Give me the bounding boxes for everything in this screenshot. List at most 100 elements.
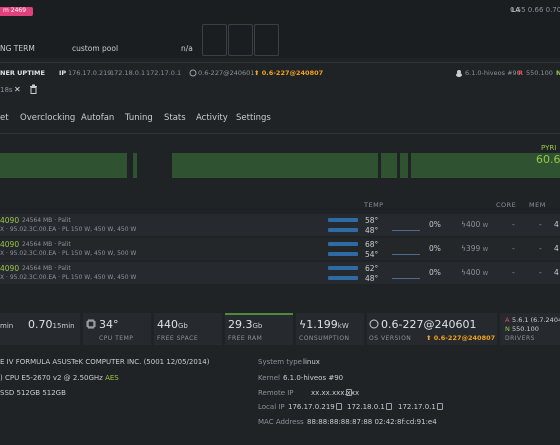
- pool-value: n/a: [181, 44, 193, 53]
- la-15-value: 0.7015min: [28, 318, 75, 331]
- cpu-icon: [86, 319, 96, 329]
- trash-icon[interactable]: [29, 84, 38, 94]
- la-5-unit: min: [0, 322, 14, 330]
- temp-bar: [328, 252, 358, 256]
- gpu-tail: 4: [554, 220, 559, 229]
- gpu-core: -: [512, 220, 515, 229]
- chart-bar: [400, 153, 408, 178]
- copy-icon[interactable]: [336, 403, 342, 410]
- gpu-temp-core: 58°: [365, 216, 379, 225]
- version-update[interactable]: ⬆ 0.6-227@240807: [254, 69, 323, 77]
- util-line: [392, 230, 420, 231]
- tab-et[interactable]: et: [0, 113, 9, 123]
- rig-tag[interactable]: m 2469: [0, 7, 33, 16]
- gpu-memory: 24564 MB · Palit: [22, 241, 71, 248]
- header-box-3[interactable]: [254, 24, 279, 56]
- driver-a-value: 5.6.1 (6.7.2404.: [512, 316, 560, 324]
- copy-icon[interactable]: [437, 403, 443, 410]
- tab-autofan[interactable]: Autofan: [81, 113, 114, 123]
- gpu-util: 0%: [429, 220, 441, 229]
- divider: [0, 62, 560, 63]
- temp-bar: [328, 228, 358, 232]
- la-15-number: 0.70: [28, 318, 53, 331]
- pool-label[interactable]: custom pool: [72, 44, 118, 53]
- gpu-temp-mem: 54°: [365, 250, 379, 259]
- free-space-value: 440Gb: [157, 318, 188, 331]
- chart-bar: [0, 153, 127, 178]
- tab-settings[interactable]: Settings: [236, 113, 271, 123]
- os-icon: [369, 319, 379, 329]
- cpu-model: ) CPU E5-2670 v2 @ 2.50GHz: [0, 374, 103, 382]
- consumption-label: CONSUMPTION: [299, 335, 350, 342]
- gpu-details: X · 95.02.3C.00.EA · PL 150 W, 450 W, 50…: [0, 250, 137, 257]
- header-core: CORE: [496, 201, 517, 209]
- os-version-value: 0.6-227@240601: [381, 318, 477, 331]
- gpu-model: 4090: [0, 216, 20, 225]
- gpu-tail: 4: [554, 268, 559, 277]
- gpu-power-value: 400: [465, 220, 481, 229]
- header-box-2[interactable]: [228, 24, 253, 56]
- gpu-mem: -: [539, 244, 542, 253]
- gpu-model: 4090: [0, 240, 20, 249]
- temp-bar: [328, 266, 358, 270]
- tab-stats[interactable]: Stats: [164, 113, 186, 123]
- tab-activity[interactable]: Activity: [196, 113, 228, 123]
- free-ram-value: 29.3Gb: [228, 318, 262, 331]
- la-15-unit: 15min: [52, 322, 75, 330]
- drivers-label: DRIVERS: [505, 335, 535, 342]
- tab-overclocking[interactable]: Overclocking: [20, 113, 75, 123]
- free-ram-label: FREE RAM: [228, 335, 263, 342]
- free-space-unit: Gb: [178, 322, 188, 330]
- copy-icon[interactable]: [386, 403, 392, 410]
- gpu-tail: 4: [554, 244, 559, 253]
- refresh-icon: [189, 69, 197, 77]
- motherboard-info: E IV FORMULA ASUSTeK COMPUTER INC. (5001…: [0, 358, 210, 366]
- update-arrow-icon: ⬆: [254, 69, 262, 77]
- close-icon[interactable]: ✕: [14, 85, 21, 94]
- tabs-divider: [0, 133, 560, 134]
- driver-a-label: A: [505, 316, 510, 324]
- ip-1[interactable]: 176.17.0.219: [68, 69, 111, 77]
- gpu-power-unit: W: [482, 247, 489, 253]
- gpu-power-value: 400: [465, 268, 481, 277]
- version-update-label: 0.6-227@240807: [261, 69, 324, 77]
- r-label: R: [518, 69, 524, 77]
- linux-icon: [456, 70, 462, 77]
- gpu-temp-core: 68°: [365, 240, 379, 249]
- mac-value: 88:88:88:88:87:88 02:42:8f:cd:91:e4: [307, 418, 437, 426]
- tab-tuning[interactable]: Tuning: [125, 113, 153, 123]
- load-average-values: 0.55 0.66 0.70: [510, 6, 560, 14]
- gpu-core: -: [512, 244, 515, 253]
- free-ram-number: 29.3: [228, 318, 253, 331]
- gpu-power: ϟ400 W: [461, 220, 488, 229]
- consumption-value: ϟ1.199kW: [299, 318, 349, 331]
- consumption-unit: kW: [337, 322, 349, 330]
- consumption-number: 1.199: [306, 318, 338, 331]
- ip-2[interactable]: 172.18.0.1: [110, 69, 145, 77]
- gpu-temp-mem: 48°: [365, 274, 379, 283]
- kernel-label: Kernel: [258, 374, 280, 382]
- local-ip-3: 172.17.0.1: [398, 403, 436, 411]
- mac-label: MAC Address: [258, 418, 304, 426]
- copy-icon[interactable]: [346, 389, 352, 396]
- local-ip-2: 172.18.0.1: [347, 403, 385, 411]
- chart-bar: [133, 153, 137, 178]
- uptime-label: NER UPTIME: [0, 69, 45, 77]
- ip-3[interactable]: 172.17.0.1: [146, 69, 181, 77]
- header-box-1[interactable]: [202, 24, 227, 56]
- wallet-label: NG TERM: [0, 44, 35, 53]
- gpu-power: ϟ400 W: [461, 268, 488, 277]
- gpu-mem: -: [539, 268, 542, 277]
- cpu-temp-value: 34°: [99, 318, 119, 331]
- os-version: 6.1.0-hiveos #90: [465, 69, 521, 77]
- header-mem: MEM: [529, 201, 546, 209]
- gpu-model: 4090: [0, 264, 20, 273]
- temp-bar: [328, 276, 358, 280]
- gpu-memory: 24564 MB · Palit: [22, 217, 71, 224]
- gpu-core: -: [512, 268, 515, 277]
- os-update-link[interactable]: ⬆ 0.6-227@240807: [426, 334, 495, 342]
- gpu-temp-core: 62°: [365, 264, 379, 273]
- ip-label: IP: [59, 69, 67, 77]
- free-space-number: 440: [157, 318, 178, 331]
- gpu-details: X · 95.02.3C.00.EA · PL 150 W, 450 W, 45…: [0, 274, 137, 281]
